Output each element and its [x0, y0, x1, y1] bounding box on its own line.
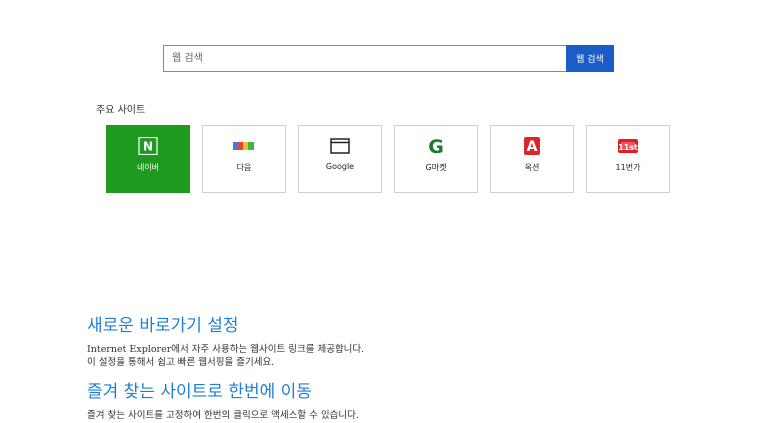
auction-icon: A	[521, 136, 543, 156]
promo-text-line: Internet Explorer에서 자주 사용하는 웹사이트 링크를 제공합…	[87, 344, 365, 355]
naver-icon: N	[137, 136, 159, 156]
tile-label: 옥션	[524, 163, 540, 172]
daum-icon	[233, 136, 255, 156]
tile-label: G마켓	[425, 163, 447, 172]
tile-auction[interactable]: A 옥션	[490, 125, 574, 193]
tile-gmarket[interactable]: G G마켓	[394, 125, 478, 193]
promo-text-line: 즐겨 찾는 사이트를 고정하여 한번의 클릭으로 액세스할 수 있습니다.	[87, 410, 359, 421]
promo-heading-pinned-sites: 즐겨 찾는 사이트로 한번에 이동	[87, 382, 312, 402]
tile-label: 11번가	[615, 163, 641, 172]
svg-text:N: N	[143, 140, 153, 154]
promo-text-shortcuts: Internet Explorer에서 자주 사용하는 웹사이트 링크를 제공합…	[87, 343, 364, 369]
gmarket-icon: G	[425, 136, 447, 156]
11st-icon: 11st	[617, 136, 639, 156]
tile-label: 네이버	[136, 163, 160, 172]
search-button[interactable]: 웹 검색	[566, 45, 614, 72]
svg-text:A: A	[527, 139, 538, 155]
top-sites-grid: N 네이버 다음 Google G G마켓 A 옥션 11st 11번가	[106, 125, 682, 193]
tile-11st[interactable]: 11st 11번가	[586, 125, 670, 193]
svg-text:G: G	[428, 136, 444, 156]
search-bar: 웹 검색	[163, 45, 614, 72]
promo-text-pinned-sites: 즐겨 찾는 사이트를 고정하여 한번의 클릭으로 액세스할 수 있습니다.	[87, 409, 359, 422]
search-input[interactable]	[163, 45, 566, 72]
svg-text:11st: 11st	[618, 143, 638, 152]
promo-heading-shortcuts: 새로운 바로가기 설정	[87, 316, 239, 336]
top-sites-heading: 주요 사이트	[96, 105, 146, 116]
tile-label: 다음	[236, 163, 252, 172]
tile-google[interactable]: Google	[298, 125, 382, 193]
promo-text-line: 이 설정을 통해서 쉽고 빠른 웹서핑을 즐기세요.	[87, 357, 275, 368]
browser-window-icon	[329, 136, 351, 156]
tile-daum[interactable]: 다음	[202, 125, 286, 193]
tile-naver[interactable]: N 네이버	[106, 125, 190, 193]
tile-label: Google	[325, 162, 355, 171]
